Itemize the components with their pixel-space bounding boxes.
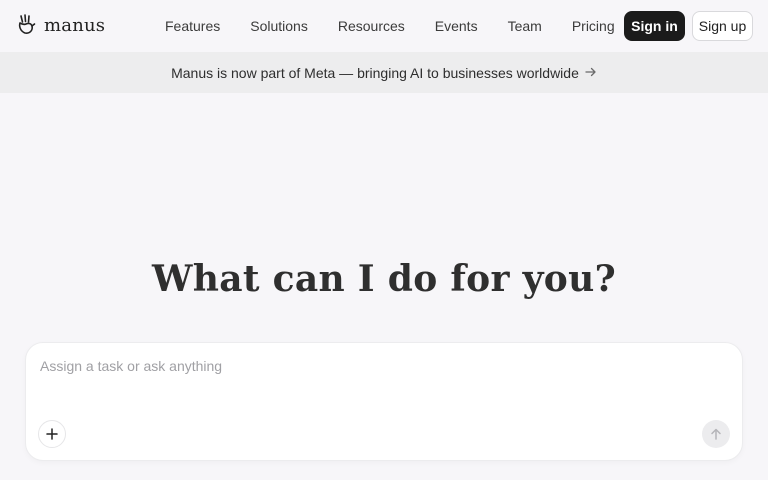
send-button[interactable] bbox=[702, 420, 730, 448]
sign-in-button[interactable]: Sign in bbox=[624, 11, 685, 41]
brand-name: manus bbox=[44, 14, 106, 36]
nav-link-pricing[interactable]: Pricing bbox=[560, 18, 627, 34]
nav-link-solutions[interactable]: Solutions bbox=[238, 18, 320, 34]
arrow-right-icon bbox=[585, 65, 597, 81]
add-attachment-button[interactable] bbox=[38, 420, 66, 448]
arrow-up-icon bbox=[711, 428, 721, 440]
hero-headline: What can I do for you? bbox=[152, 258, 616, 300]
task-composer bbox=[25, 342, 743, 461]
nav-links: Features Solutions Resources Events Team… bbox=[150, 0, 630, 52]
nav-link-features[interactable]: Features bbox=[153, 18, 232, 34]
announcement-banner[interactable]: Manus is now part of Meta — bringing AI … bbox=[0, 52, 768, 93]
banner-text: Manus is now part of Meta — bringing AI … bbox=[171, 64, 579, 81]
top-navigation: manus Features Solutions Resources Event… bbox=[0, 0, 768, 52]
nav-link-resources[interactable]: Resources bbox=[326, 18, 417, 34]
task-input[interactable] bbox=[40, 355, 700, 377]
sign-up-button[interactable]: Sign up bbox=[692, 11, 753, 41]
nav-link-team[interactable]: Team bbox=[496, 18, 554, 34]
nav-link-events[interactable]: Events bbox=[423, 18, 490, 34]
brand-logo-link[interactable]: manus bbox=[16, 13, 105, 37]
plus-icon bbox=[46, 428, 58, 440]
manus-hand-logo-icon bbox=[18, 14, 36, 34]
